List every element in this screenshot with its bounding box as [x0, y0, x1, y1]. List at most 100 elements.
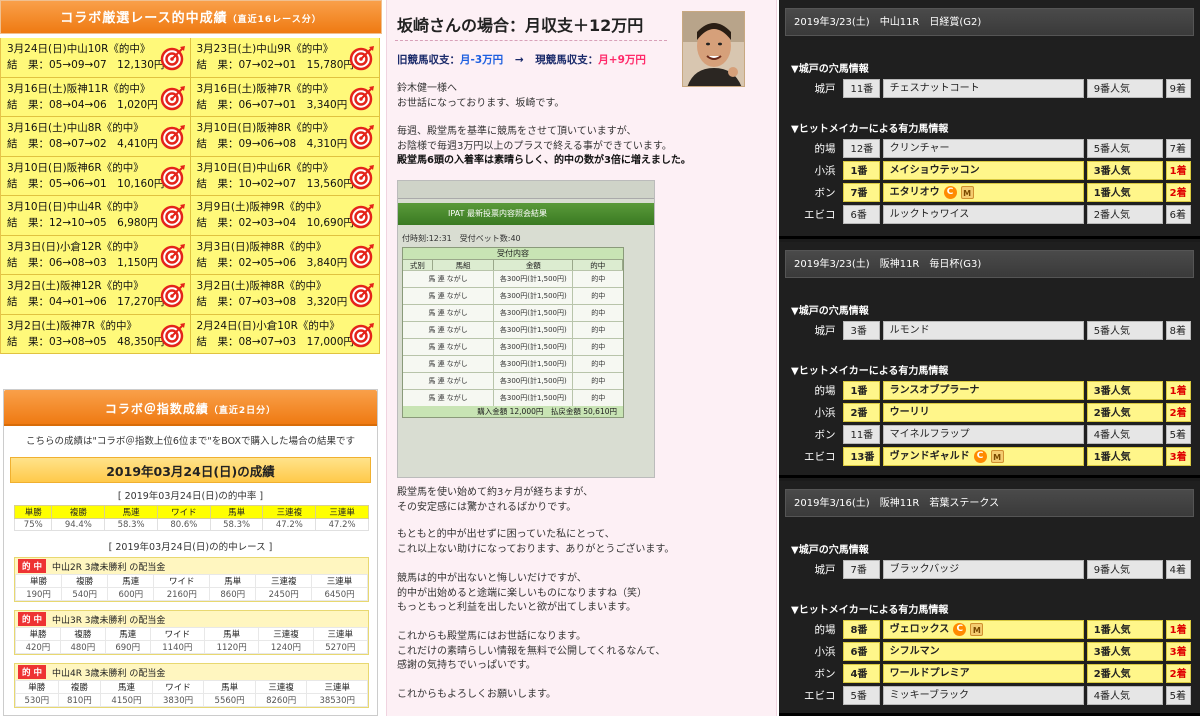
rate-header: 三連複 — [262, 505, 317, 519]
c-badge-icon: C — [943, 186, 957, 199]
hit-badge: 的 中 — [18, 559, 46, 573]
payout-header: 三連単 — [306, 680, 368, 694]
payout-header-row: 単勝 複勝 馬連 ワイド 馬単 三連複 三連単 — [14, 574, 368, 588]
testimonial-column: 坂崎さんの場合：月収支＋12万円 旧競馬収支：月-3万円 → 現競馬収支：月+9… — [386, 0, 777, 716]
record-title: 3月24日(日)中山10R《的中》 — [7, 43, 151, 55]
payout-value: 38530円 — [306, 693, 368, 707]
old-balance-value: 月-3万円 — [460, 54, 504, 66]
popularity: 2番人気 — [1086, 403, 1163, 422]
bold-text-line: 殿堂馬6頭の入着率は素晴らしく、的中の数が3倍に増えました。 — [397, 155, 691, 166]
horse-name: ウーリリ — [889, 407, 930, 418]
race-name: 中山3R 3歳未勝利 の配当金 — [51, 615, 166, 626]
horse-name-cell: ヴェロックス C M — [882, 620, 1084, 639]
horse-number: 5番 — [843, 686, 880, 705]
popularity: 9番人気 — [1086, 79, 1163, 98]
predictor-name: 小浜 — [814, 646, 836, 658]
target-icon — [349, 282, 375, 308]
target-icon — [160, 322, 186, 348]
payout-value: 1120円 — [203, 640, 260, 654]
target-icon — [349, 85, 375, 111]
finish-position: 8着 — [1165, 321, 1191, 340]
finish-position: 1着 — [1165, 381, 1191, 400]
text-line: 競馬は的中が出ないと悔しいだけですが、 — [397, 573, 587, 584]
payout-value-row: 530円 810円 4150円 3830円 5560円 8260円 38530円 — [15, 693, 368, 707]
text-line: 鈴木健一様へ — [397, 83, 457, 94]
race-box: 的 中中山3R 3歳未勝利 の配当金 単勝 複勝 馬連 ワイド 馬単 三連複 三連単 420円 4… — [14, 610, 369, 655]
finish-position: 9着 — [1165, 79, 1191, 98]
record-row: 3月24日(日)中山10R《的中》結 果：05→09→07 12,130円 3月2… — [1, 38, 380, 78]
screen-amount: 各300円(計1,500円) — [494, 373, 574, 389]
horse-row: 的場 1番 ランスオブプラーナ 3番人気 1着 — [785, 381, 1194, 400]
screen-banner: IPAT 最新投票内容照会結果 — [398, 203, 654, 225]
horse-row: 城戸 11番 チェスナットコート 9番人気 9着 — [785, 79, 1194, 98]
payout-header: 単勝 — [15, 680, 59, 694]
race-info-column: 2019年3/23(土) 中山11R 日経賞(G2) ▼城戸の穴馬情報 城戸 11番チ… — [779, 0, 1200, 716]
rate-label: [ 2019年03月24日(日)の的中率 ] — [117, 491, 264, 502]
ipat-screenshot: IPAT 最新投票内容照会結果 付時刻:12:31 受付ベット数:40 受付内容… — [397, 180, 655, 478]
predictor-name: 的場 — [814, 143, 836, 155]
horse-name-cell: チェスナットコート — [882, 79, 1084, 98]
horse-name-cell: ウーリリ — [882, 403, 1084, 422]
target-icon — [160, 282, 186, 308]
horse-row: 小浜 1番 メイショウテッコン 3番人気 1着 — [785, 161, 1194, 180]
screen-amount: 各300円(計1,500円) — [494, 390, 574, 406]
horse-name-cell: ヴァンドギャルド C M — [882, 447, 1084, 466]
horse-name: シフルマン — [889, 646, 940, 657]
record-title: 3月9日(土)阪神9R《的中》 — [196, 201, 327, 213]
horse-name-cell: ミッキーブラック — [882, 686, 1084, 705]
payout-value: 5270円 — [312, 640, 369, 654]
predictor-name: 的場 — [814, 385, 836, 397]
text-line: 毎週、殿堂馬を基準に競馬をさせて頂いていますが、 — [397, 126, 637, 137]
balance-line: 旧競馬収支：月-3万円 → 現競馬収支：月+9万円 — [397, 52, 646, 67]
record-title: 3月2日(土)阪神8R《的中》 — [196, 280, 327, 292]
index-title: コラボ＠指数成績 — [104, 402, 209, 416]
horse-name: ルモンド — [889, 325, 930, 336]
payout-header-row: 単勝 複勝 馬連 ワイド 馬単 三連複 三連単 — [15, 627, 369, 641]
text-line: お世話になっております、坂崎です。 — [397, 97, 565, 109]
horse-number: 11番 — [843, 79, 880, 98]
screen-type: 馬 連 ながし — [403, 339, 495, 355]
horse-number: 6番 — [843, 642, 880, 661]
paragraph-2: 毎週、殿堂馬を基準に競馬をさせて頂いていますが、 お陰様で毎週3万円以上のプラス… — [397, 125, 691, 169]
payout-table: 単勝 複勝 馬連 ワイド 馬単 三連複 三連単 190円 540円 600円 2160円 860円 24… — [14, 574, 368, 601]
record-row: 3月10日(日)阪神6R《的中》結 果：05→06→01 10,160円 3月10… — [1, 156, 380, 196]
payout-value: 1140円 — [149, 640, 205, 654]
record-cell: 3月16日(土)阪神11R《的中》結 果：08→04→06 1,020円 — [1, 77, 191, 117]
rate-value: 47.2% — [262, 518, 317, 531]
horse-name: ミッキーブラック — [889, 690, 969, 701]
rate-table: 単勝 複勝 馬連 ワイド 馬単 三連複 三連単 75% 94.4% 58.3% 80.6% 58.3… — [13, 505, 369, 531]
horse-row: ボン 7番 エタリオウ C M 1番人気 2着 — [785, 183, 1194, 202]
horse-number: 11番 — [843, 425, 880, 444]
screen-type: 馬 連 ながし — [403, 288, 495, 304]
old-balance-label: 旧競馬収支： — [397, 54, 460, 66]
horse-name: ヴェロックス — [889, 624, 950, 635]
horse-row: エビコ 5番 ミッキーブラック 4番人気 5着 — [785, 686, 1194, 705]
record-title: 3月10日(日)阪神8R《的中》 — [196, 122, 334, 134]
screen-row: 馬 連 ながし 各300円(計1,500円) 的中 — [403, 338, 623, 355]
horse-number: 8番 — [843, 620, 880, 639]
text-line: その安定感には驚かされるばかりです。 — [397, 501, 577, 513]
hit-maker-label: ▼ヒットメイカーによる有力馬情報 — [791, 366, 949, 377]
finish-position: 5着 — [1165, 686, 1191, 705]
screen-row: 馬 連 ながし 各300円(計1,500円) 的中 — [403, 321, 623, 338]
screen-row: 馬 連 ながし 各300円(計1,500円) 的中 — [403, 304, 623, 321]
rate-value: 75% — [13, 518, 53, 531]
record-title: 3月2日(土)阪神12R《的中》 — [7, 280, 144, 292]
race-panel: 2019年3/23(土) 中山11R 日経賞(G2) ▼城戸の穴馬情報 城戸 11番チ… — [779, 0, 1200, 239]
hole-horse-label: ▼城戸の穴馬情報 — [791, 64, 869, 75]
payout-header: 馬単 — [203, 627, 260, 641]
payout-value: 600円 — [107, 587, 155, 601]
screen-col-header: 金額 — [494, 260, 574, 270]
record-cell: 2月24日(日)小倉10R《的中》結 果：08→07→03 17,000円 — [190, 314, 380, 354]
screen-hit: 的中 — [591, 326, 606, 334]
screen-hit: 的中 — [591, 309, 606, 317]
index-panel: コラボ＠指数成績（直近2日分） こちらの成績は"コラボ＠指数上位6位まで"をBO… — [3, 389, 378, 716]
record-title: 3月10日(日)中山6R《的中》 — [196, 161, 334, 174]
record-cell: 3月2日(土)阪神7R《的中》結 果：03→08→05 48,350円 — [1, 314, 191, 354]
payout-value-row: 420円 480円 690円 1140円 1120円 1240円 5270円 — [15, 640, 369, 654]
screen-type: 馬 連 ながし — [403, 390, 495, 406]
screen-hit: 的中 — [591, 275, 606, 283]
screen-row: 馬 連 ながし 各300円(計1,500円) 的中 — [403, 287, 623, 304]
horse-name: メイショウテッコン — [889, 165, 980, 176]
popularity: 2番人気 — [1086, 664, 1163, 683]
